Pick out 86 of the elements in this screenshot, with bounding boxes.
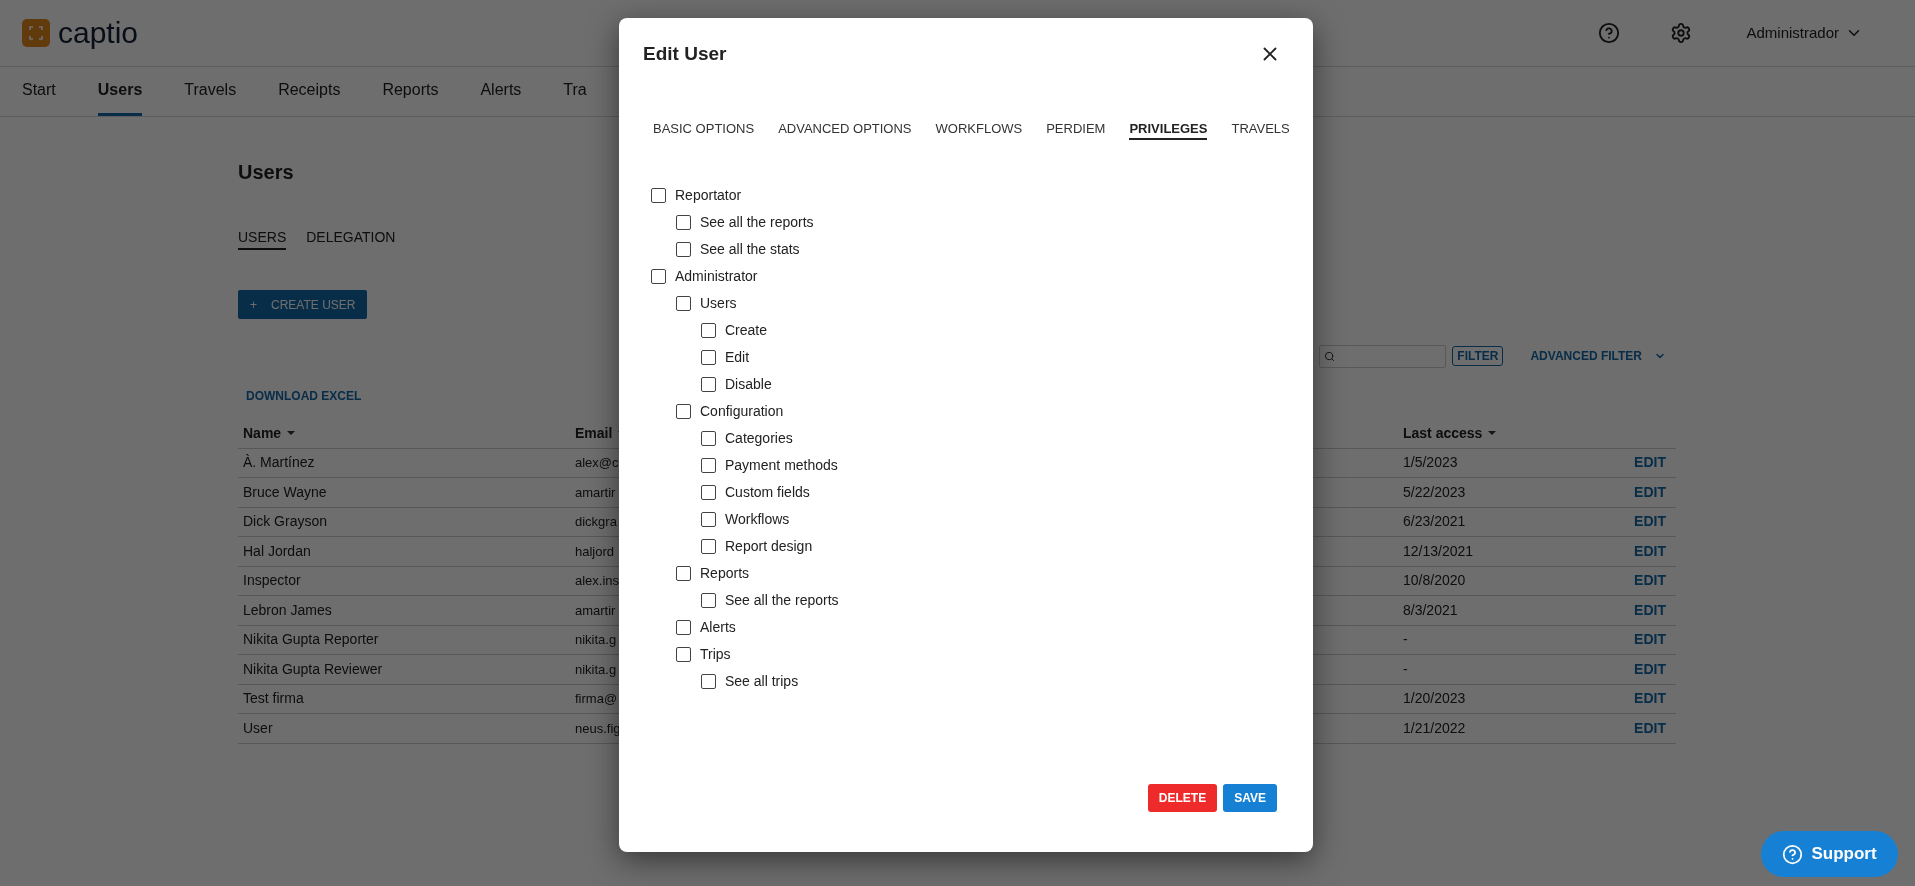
checkbox-label: Administrator: [675, 267, 758, 286]
table-cell: -: [1403, 660, 1408, 677]
dialog-tab[interactable]: WORKFLOWS: [935, 118, 1023, 140]
table-cell: Dick Grayson: [243, 513, 328, 530]
checkbox-label: Report design: [725, 537, 813, 556]
edit-link[interactable]: EDIT: [1634, 572, 1666, 589]
nav-tab[interactable]: Tra: [563, 67, 587, 116]
checkbox-label: Configuration: [700, 402, 784, 421]
nav-tab[interactable]: Users: [97, 67, 143, 116]
edit-link[interactable]: EDIT: [1634, 719, 1666, 736]
nav-tab[interactable]: Reports: [382, 67, 439, 116]
dialog-tab[interactable]: PERDIEM: [1046, 118, 1106, 140]
checkbox-label: Edit: [725, 348, 750, 367]
table-cell: Lebron James: [243, 601, 332, 618]
checkbox-label: See all the reports: [700, 213, 814, 232]
edit-link[interactable]: EDIT: [1634, 542, 1666, 559]
checkbox-label: Workflows: [725, 510, 790, 529]
dialog-tab[interactable]: PRIVILEGES: [1129, 118, 1208, 140]
edit-link[interactable]: EDIT: [1634, 513, 1666, 530]
table-cell: -: [1403, 631, 1408, 648]
table-cell: alex@c: [575, 455, 619, 471]
table-cell: Nikita Gupta Reporter: [243, 631, 379, 648]
table-cell: 1/5/2023: [1403, 454, 1458, 471]
support-button[interactable]: Support: [1761, 831, 1898, 877]
table-cell: 6/23/2021: [1403, 513, 1466, 530]
table-cell: 1/20/2023: [1403, 690, 1466, 707]
table-cell: firma@: [575, 691, 618, 707]
checkbox-label: Reportator: [675, 186, 742, 205]
dialog-tab[interactable]: ADVANCED OPTIONS: [778, 118, 912, 140]
checkbox-label: Users: [700, 294, 737, 313]
sub-tab[interactable]: USERS: [238, 227, 287, 250]
column-header[interactable]: Last access: [1403, 422, 1497, 444]
table-cell: Bruce Wayne: [243, 483, 327, 500]
checkbox-label: Alerts: [700, 618, 736, 637]
dialog-tab[interactable]: TRAVELS: [1231, 118, 1290, 140]
table-cell: amartir: [575, 602, 616, 618]
save-button[interactable]: SAVE: [1223, 784, 1277, 812]
filter-button[interactable]: FILTER: [1452, 346, 1504, 366]
table-cell: Hal Jordan: [243, 542, 311, 559]
delete-button[interactable]: DELETE: [1147, 784, 1218, 812]
nav-tab[interactable]: Start: [22, 67, 56, 116]
checkbox-label: Payment methods: [725, 456, 838, 475]
table-cell: amartir: [575, 484, 616, 500]
checkbox-label: See all the reports: [725, 591, 839, 610]
table-cell: User: [243, 719, 273, 736]
create-user-button[interactable]: + CREATE USER: [238, 290, 368, 319]
table-cell: 1/21/2022: [1403, 719, 1466, 736]
table-cell: nikita.g: [575, 632, 617, 648]
table-cell: 5/22/2023: [1403, 483, 1466, 500]
table-cell: alex.ins: [575, 573, 620, 589]
table-cell: 12/13/2021: [1403, 542, 1474, 559]
nav-tab[interactable]: Receipts: [278, 67, 341, 116]
brand-name: captio: [58, 18, 139, 48]
edit-link[interactable]: EDIT: [1634, 690, 1666, 707]
nav-tab[interactable]: Travels: [184, 67, 237, 116]
checkbox-label: Categories: [725, 429, 793, 448]
edit-link[interactable]: EDIT: [1634, 454, 1666, 471]
table-cell: 10/8/2020: [1403, 572, 1466, 589]
table-cell: nikita.g: [575, 661, 617, 677]
table-cell: dickgra: [575, 514, 617, 530]
table-cell: Nikita Gupta Reviewer: [243, 660, 383, 677]
checkbox-label: Reports: [700, 564, 750, 583]
edit-link[interactable]: EDIT: [1634, 601, 1666, 618]
column-header[interactable]: Name: [243, 422, 296, 444]
table-cell: Inspector: [243, 572, 301, 589]
dialog-tab[interactable]: BASIC OPTIONS: [653, 118, 755, 140]
table-cell: 8/3/2021: [1403, 601, 1458, 618]
table-cell: Test firma: [243, 690, 304, 707]
edit-link[interactable]: EDIT: [1634, 483, 1666, 500]
nav-tab[interactable]: Alerts: [480, 67, 522, 116]
checkbox-label: Custom fields: [725, 483, 810, 502]
user-menu[interactable]: Administrador: [1746, 21, 1863, 45]
checkbox-label: See all the stats: [700, 240, 800, 259]
page-title: Users: [238, 160, 295, 185]
checkbox-label: Create: [725, 321, 768, 340]
edit-link[interactable]: EDIT: [1634, 660, 1666, 677]
edit-link[interactable]: EDIT: [1634, 631, 1666, 648]
download-excel-link[interactable]: DOWNLOAD EXCEL: [246, 387, 362, 405]
checkbox-label: Trips: [700, 645, 731, 664]
advanced-filter-button[interactable]: ADVANCED FILTER: [1530, 347, 1666, 365]
table-cell: À. Martínez: [243, 454, 315, 471]
dialog-title: Edit User: [643, 42, 727, 66]
checkbox-label: Disable: [725, 375, 772, 394]
sub-tab[interactable]: DELEGATION: [306, 227, 396, 250]
table-cell: haljord: [575, 543, 615, 559]
checkbox-label: See all trips: [725, 672, 799, 691]
